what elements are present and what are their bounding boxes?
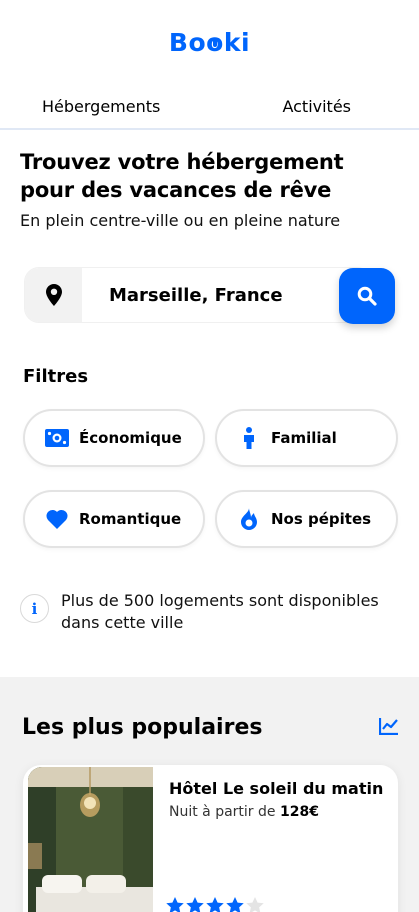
logo-letter: o	[188, 27, 207, 57]
person-icon	[237, 427, 261, 449]
star-icon	[246, 897, 264, 912]
hotel-price: Nuit à partir de 128€	[169, 804, 319, 820]
star-icon	[226, 897, 244, 912]
logo-letter: o	[206, 28, 224, 57]
info-text: Plus de 500 logements sont disponibles d…	[61, 591, 379, 632]
rating-stars	[166, 897, 264, 912]
location-pin-icon	[25, 268, 82, 322]
filters-grid: Économique Familial Romantique Nos pépit…	[23, 409, 398, 548]
tab-hebergements[interactable]: Hébergements	[0, 84, 197, 128]
search-bar	[25, 268, 395, 324]
page-title: Trouvez votre hébergement pour des vacan…	[20, 150, 344, 202]
popular-title: Les plus populaires	[22, 715, 263, 740]
main-tabs: Hébergements Activités	[0, 84, 419, 130]
logo-letter: B	[168, 27, 189, 57]
star-icon	[206, 897, 224, 912]
search-box	[25, 268, 371, 322]
filter-romantique[interactable]: Romantique	[23, 490, 205, 548]
heart-icon	[45, 509, 69, 529]
flame-icon	[237, 508, 261, 530]
search-input[interactable]	[82, 268, 371, 322]
search-icon	[357, 286, 377, 306]
info-banner: i Plus de 500 logements sont disponibles…	[20, 590, 399, 634]
filter-nos-pepites[interactable]: Nos pépites	[215, 490, 398, 548]
filter-economique[interactable]: Économique	[23, 409, 205, 467]
hotel-card[interactable]: Hôtel Le soleil du matin Nuit à partir d…	[23, 765, 398, 912]
filters-title: Filtres	[23, 366, 89, 387]
star-icon	[166, 897, 184, 912]
filter-label: Familial	[271, 429, 337, 447]
filter-familial[interactable]: Familial	[215, 409, 398, 467]
money-bill-icon	[45, 429, 69, 447]
search-button[interactable]	[339, 268, 395, 324]
page-subtitle: En plein centre-ville ou en pleine natur…	[20, 211, 341, 230]
filter-label: Économique	[79, 429, 182, 447]
star-icon	[186, 897, 204, 912]
tab-activites[interactable]: Activités	[197, 84, 419, 128]
hero-section: Trouvez votre hébergement pour des vacan…	[0, 130, 419, 230]
hotel-photo	[28, 767, 153, 912]
info-icon: i	[20, 594, 49, 623]
logo-letter: ki	[223, 27, 251, 57]
trend-chart-icon[interactable]	[378, 717, 399, 739]
app-header: Booki	[0, 0, 419, 84]
filter-label: Romantique	[79, 510, 182, 528]
filter-label: Nos pépites	[271, 510, 372, 528]
booki-logo[interactable]: Booki	[169, 28, 250, 57]
hotel-name: Hôtel Le soleil du matin	[169, 779, 384, 798]
popular-section: Les plus populaires Hôtel Le soleil du m…	[0, 677, 419, 912]
